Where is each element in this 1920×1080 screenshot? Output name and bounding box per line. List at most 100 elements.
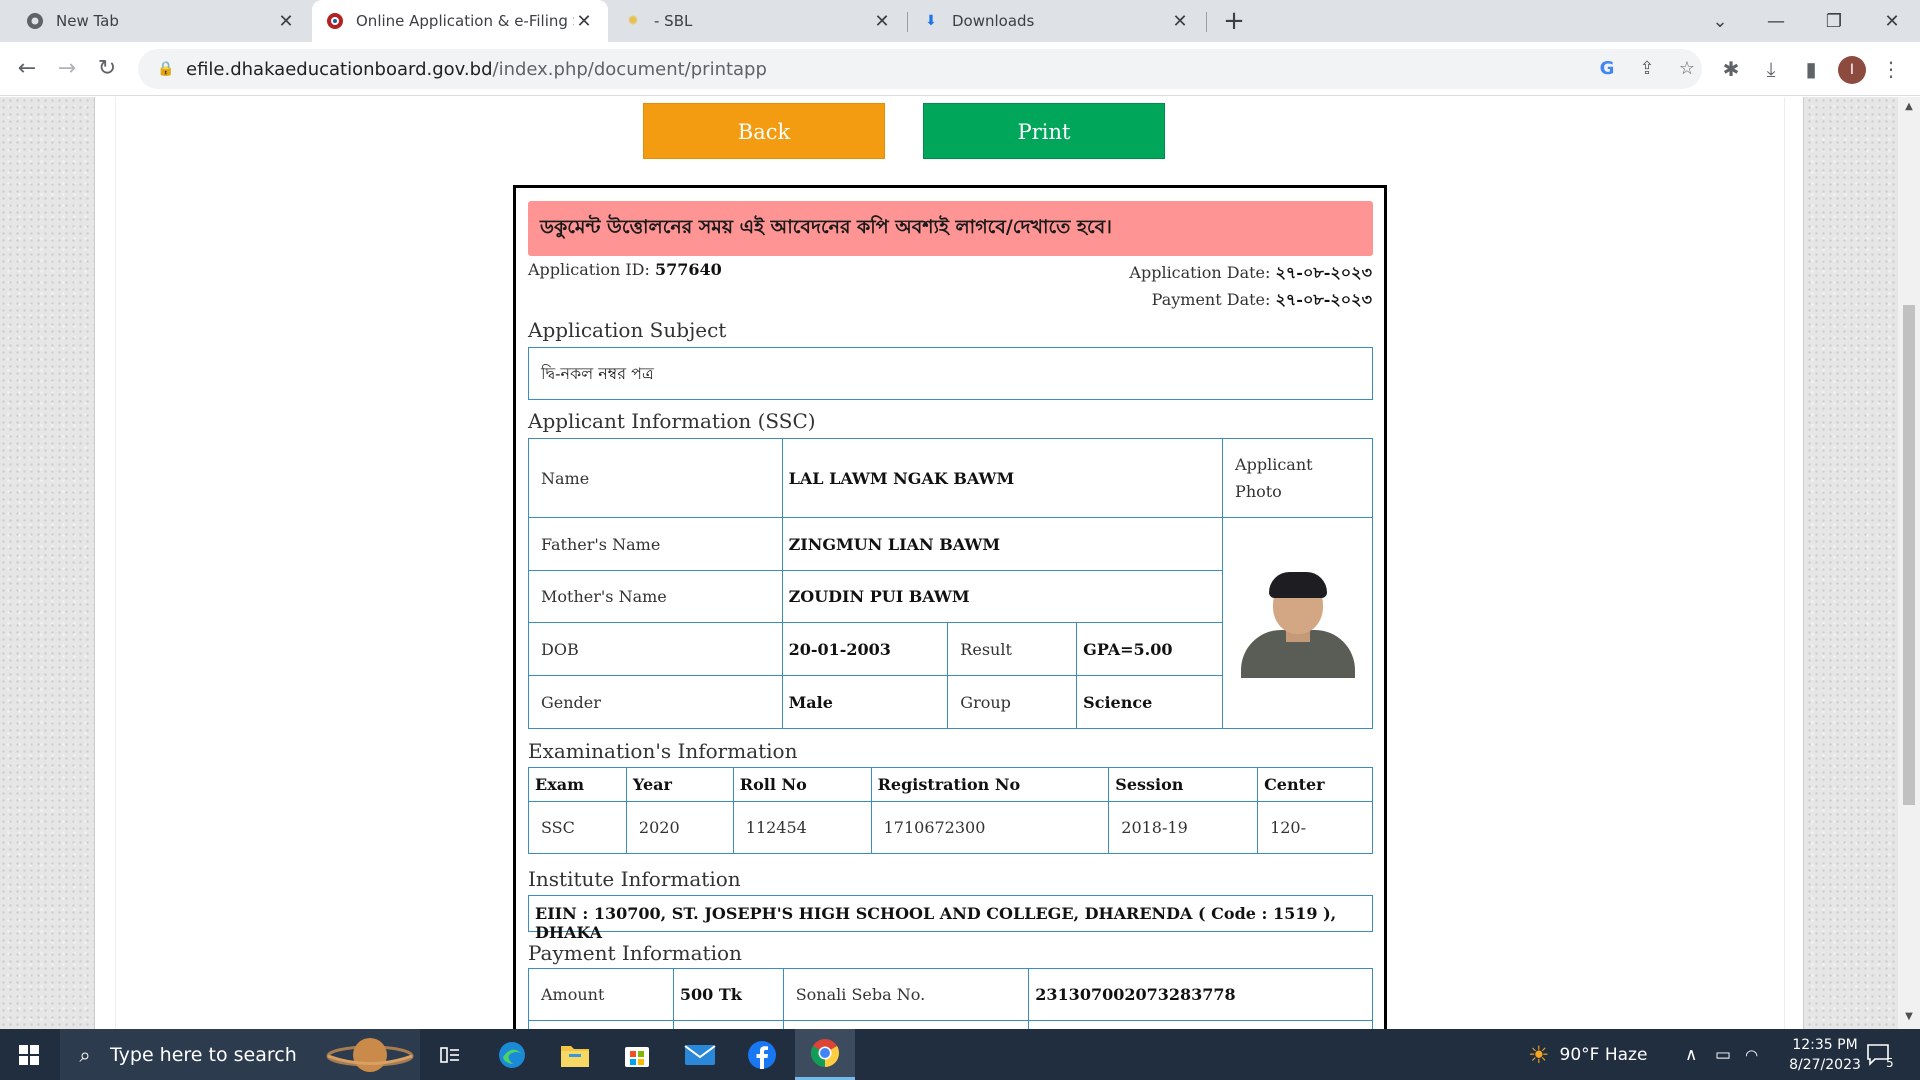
forward-arrow-icon[interactable]: → — [52, 54, 82, 84]
empty-cell — [672, 1020, 784, 1029]
registration-cell: 1710672300 — [870, 801, 1110, 854]
amount-label: Amount — [528, 968, 674, 1021]
roll-header: Roll No — [732, 767, 872, 802]
exam-header: Exam — [528, 767, 627, 802]
empty-cell — [1028, 1020, 1373, 1029]
mother-value: ZOUDIN PUI BAWM — [781, 570, 1224, 623]
browser-toolbar: ← → ↻ 🔒 efile.dhakaeducationboard.gov.bd… — [0, 42, 1920, 96]
mother-label: Mother's Name — [528, 570, 783, 623]
notice-alert: ডকুমেন্ট উত্তোলনের সময় এই আবেদনের কপি অ… — [528, 201, 1373, 256]
scroll-down-icon[interactable]: ▼ — [1898, 1011, 1920, 1022]
empty-cell — [528, 1020, 674, 1029]
system-clock[interactable]: 12:35 PM 8/27/2023 — [1770, 1035, 1880, 1075]
table-row: SSC 2020 112454 1710672300 2018-19 120- — [528, 801, 1373, 854]
notifications-icon[interactable]: 5 — [1866, 1029, 1894, 1080]
downloads-icon[interactable]: ⤓ — [1756, 54, 1786, 84]
group-value: Science — [1076, 675, 1224, 729]
empty-cell — [782, 1020, 1030, 1029]
seba-label: Sonali Seba No. — [782, 968, 1030, 1021]
year-header: Year — [625, 767, 734, 802]
institute-heading: Institute Information — [528, 867, 741, 891]
scroll-up-icon[interactable]: ▲ — [1898, 101, 1920, 112]
taskbar-search[interactable]: ⌕ Type here to search — [60, 1029, 420, 1080]
amount-value: 500 Tk — [672, 968, 784, 1021]
chrome-taskbar-icon[interactable] — [795, 1029, 855, 1080]
tab-downloads[interactable]: ⬇ Downloads ✕ — [908, 0, 1204, 42]
photo-label: Applicant Photo — [1222, 438, 1373, 518]
clock-date: 8/27/2023 — [1789, 1057, 1861, 1073]
tab-sbl[interactable]: ✹ - SBL ✕ — [610, 0, 906, 42]
file-explorer-icon[interactable] — [545, 1029, 605, 1080]
side-panel-icon[interactable]: ▮ — [1796, 54, 1826, 84]
page-scrollbar[interactable]: ▲ ▼ — [1898, 97, 1920, 1029]
new-tab-button[interactable]: + — [1220, 7, 1248, 35]
session-header: Session — [1108, 767, 1259, 802]
sun-favicon-icon: ✹ — [627, 13, 639, 29]
result-value: GPA=5.00 — [1076, 622, 1224, 676]
task-view-icon[interactable] — [420, 1029, 480, 1080]
meet-camera-icon[interactable]: ▭ — [1715, 1029, 1731, 1080]
chrome-icon — [26, 12, 44, 30]
share-icon[interactable]: ⇪ — [1634, 56, 1660, 82]
tab-title: - SBL — [654, 12, 693, 30]
application-id: Application ID: 577640 — [528, 260, 722, 279]
payment-table: Amount 500 Tk Sonali Seba No. 2313070020… — [528, 968, 1373, 1029]
reload-icon[interactable]: ↻ — [92, 54, 122, 84]
close-icon[interactable]: ✕ — [872, 11, 892, 32]
tab-title: Online Application & e-Filing Sys — [356, 12, 574, 30]
mail-icon[interactable] — [670, 1029, 730, 1080]
board-logo-icon — [326, 12, 344, 30]
close-icon[interactable]: ✕ — [1170, 11, 1190, 32]
print-button[interactable]: Print — [923, 103, 1165, 159]
content-panel: Back Print ডকুমেন্ট উত্তোলনের সময় এই আব… — [115, 97, 1785, 1029]
applicant-photo — [1240, 568, 1355, 678]
address-bar[interactable]: 🔒 efile.dhakaeducationboard.gov.bd/index… — [138, 49, 1702, 89]
subject-box: দ্বি-নকল নম্বর পত্র — [528, 347, 1373, 400]
payment-date: Payment Date: ২৭-০৮-২০২৩ — [1151, 290, 1372, 309]
close-icon[interactable]: ✕ — [276, 11, 296, 32]
roll-cell: 112454 — [732, 801, 872, 854]
google-lens-icon[interactable]: G — [1594, 56, 1620, 82]
center-cell: 120- — [1257, 801, 1373, 854]
tab-title: New Tab — [56, 12, 119, 30]
saturn-icon — [326, 1038, 414, 1072]
network-wifi-icon[interactable]: ◠ — [1745, 1029, 1758, 1080]
tab-new-tab[interactable]: New Tab ✕ — [12, 0, 310, 42]
clock-time: 12:35 PM — [1792, 1037, 1858, 1053]
weather-widget[interactable]: ☀ 90°F Haze — [1528, 1029, 1647, 1080]
back-button[interactable]: Back — [643, 103, 885, 159]
menu-kebab-icon[interactable]: ⋮ — [1876, 54, 1906, 84]
gender-label: Gender — [528, 675, 783, 729]
tab-title: Downloads — [952, 12, 1035, 30]
store-icon[interactable] — [607, 1029, 667, 1080]
exam-cell: SSC — [528, 801, 627, 854]
window-close-icon[interactable]: ✕ — [1864, 0, 1920, 42]
applicant-heading: Applicant Information (SSC) — [528, 409, 816, 433]
restore-icon[interactable]: ❐ — [1806, 0, 1862, 42]
bookmark-star-icon[interactable]: ☆ — [1674, 56, 1700, 82]
start-button[interactable] — [0, 1029, 58, 1080]
tab-search-chevron-icon[interactable]: ⌄ — [1692, 0, 1748, 42]
windows-taskbar: ⌕ Type here to search ☀ 90°F Haze ∧ ▭ ◠ … — [0, 1029, 1920, 1080]
close-icon[interactable]: ✕ — [574, 11, 594, 32]
year-cell: 2020 — [625, 801, 734, 854]
photo-cell — [1222, 517, 1373, 729]
minimize-icon[interactable]: — — [1748, 0, 1804, 42]
profile-avatar[interactable]: I — [1838, 56, 1866, 84]
dob-label: DOB — [528, 622, 783, 676]
center-header: Center — [1257, 767, 1373, 802]
search-icon: ⌕ — [79, 1042, 91, 1067]
seba-value: 231307002073283778 — [1028, 968, 1373, 1021]
name-value: LAL LAWM NGAK BAWM — [781, 438, 1224, 518]
facebook-icon[interactable] — [732, 1029, 792, 1080]
payment-heading: Payment Information — [528, 941, 742, 965]
show-hidden-icons-chevron-icon[interactable]: ∧ — [1685, 1029, 1697, 1080]
extensions-puzzle-icon[interactable]: ✱ — [1716, 54, 1746, 84]
download-icon: ⬇ — [925, 13, 937, 29]
scrollbar-thumb[interactable] — [1903, 305, 1915, 805]
back-arrow-icon[interactable]: ← — [12, 54, 42, 84]
page-viewport: Back Print ডকুমেন্ট উত্তোলনের সময় এই আব… — [0, 97, 1920, 1029]
gender-value: Male — [781, 675, 949, 729]
edge-icon[interactable] — [482, 1029, 542, 1080]
tab-online-application[interactable]: Online Application & e-Filing Sys ✕ — [312, 0, 608, 42]
